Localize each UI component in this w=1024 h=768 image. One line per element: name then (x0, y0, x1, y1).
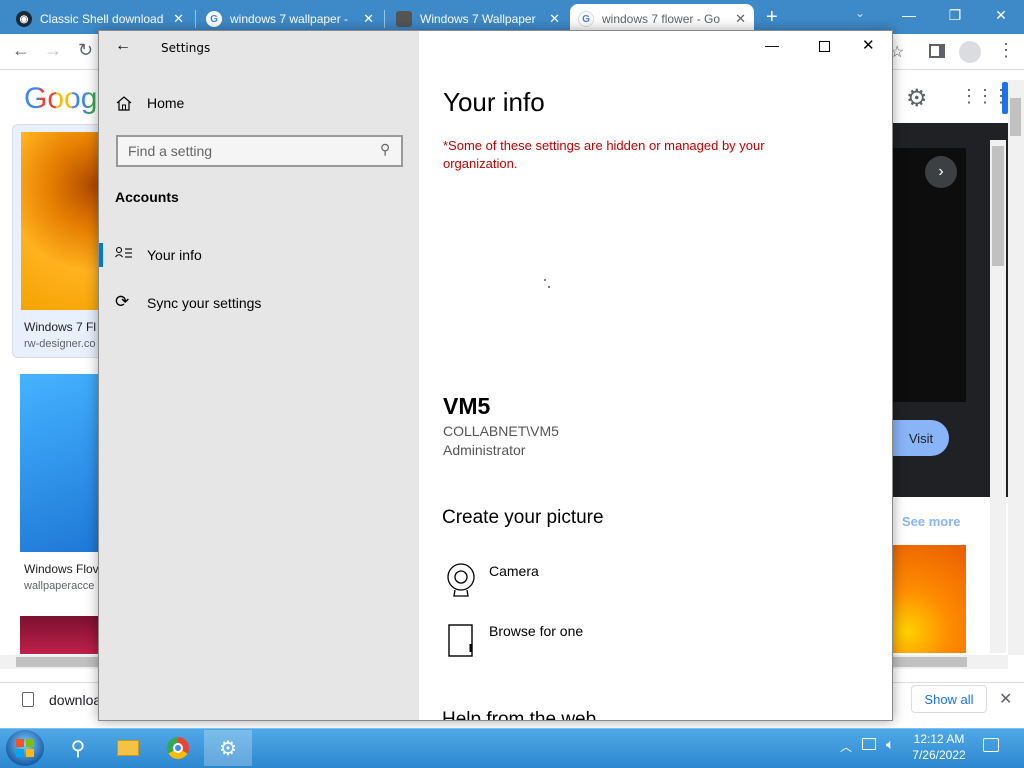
create-picture-heading: Create your picture (442, 507, 604, 528)
managed-notice: *Some of these settings are hidden or ma… (443, 138, 765, 171)
clock-time: 12:12 AM (913, 732, 965, 746)
option-label: Browse for one (489, 623, 584, 639)
nav-item-your-info[interactable]: Your info (99, 241, 419, 269)
vscroll-thumb[interactable] (1010, 98, 1021, 136)
help-heading: Help from the web (442, 709, 597, 721)
close-tab-icon[interactable]: ✕ (735, 11, 746, 27)
accounts-heading: Accounts (115, 189, 179, 205)
show-all-button[interactable]: Show all (911, 685, 987, 713)
next-image-button[interactable]: › (925, 156, 957, 188)
clock-date: 7/26/2022 (912, 748, 966, 762)
side-panel-icon[interactable] (929, 44, 945, 58)
settings-sidebar: ← Settings Home Find a setting ⚲ Account… (99, 31, 419, 720)
option-label: Camera (489, 563, 539, 579)
windows-logo-icon (16, 739, 34, 757)
result-source: rw-designer.co (24, 338, 96, 350)
action-center-icon[interactable] (983, 738, 999, 752)
minimize-icon[interactable]: — (765, 37, 779, 53)
browser-minimize-icon[interactable]: — (886, 0, 932, 30)
settings-window: ← Settings Home Find a setting ⚲ Account… (98, 30, 893, 721)
person-list-icon (115, 246, 133, 262)
close-download-bar-icon[interactable]: ✕ (999, 689, 1012, 709)
tab-search-icon[interactable]: ⌄ (855, 6, 865, 20)
profile-avatar[interactable] (959, 41, 981, 63)
browser-restore-icon[interactable]: ❐ (932, 0, 978, 30)
close-tab-icon[interactable]: ✕ (363, 11, 374, 27)
classic-shell-icon: ◉ (16, 11, 32, 27)
red-thumbnail[interactable] (20, 616, 100, 654)
file-icon (22, 692, 34, 707)
tab-divider (384, 10, 385, 28)
result-source: wallpaperacce (24, 580, 95, 592)
tab-divider (195, 10, 196, 28)
sync-icon: ⟳ (115, 292, 130, 311)
clock[interactable]: 12:12 AM 7/26/2022 (906, 731, 972, 763)
new-tab-button[interactable]: + (766, 6, 778, 29)
nav-item-label: Your info (147, 247, 202, 263)
google-icon: G (578, 11, 594, 27)
volume-icon[interactable]: 🔈︎ (886, 736, 894, 753)
search-placeholder: Find a setting (128, 143, 213, 159)
blue-thumbnail[interactable] (20, 374, 100, 552)
panel-scroll-thumb[interactable] (992, 146, 1004, 266)
google-logo[interactable]: Googl (24, 82, 104, 116)
show-hidden-icons-icon[interactable]: ︿ (840, 738, 852, 755)
find-setting-search-box[interactable]: Find a setting ⚲ (116, 135, 403, 167)
file-explorer-icon[interactable] (104, 730, 152, 766)
back-arrow-icon[interactable]: ← (115, 37, 131, 55)
nav-item-label: Sync your settings (147, 295, 262, 311)
user-role: Administrator (443, 442, 526, 458)
network-icon[interactable] (862, 738, 876, 750)
user-account: COLLABNET\VM5 (443, 423, 559, 439)
tab-title: windows 7 wallpaper - (230, 12, 349, 26)
user-name: VM5 (443, 393, 491, 419)
window-title: Settings (161, 41, 211, 55)
maximize-icon[interactable] (819, 41, 830, 52)
forward-arrow-icon[interactable]: → (44, 40, 62, 61)
close-tab-icon[interactable]: ✕ (549, 11, 560, 27)
nav-item-sync[interactable]: ⟳ Sync your settings (99, 289, 419, 317)
google-icon: G (206, 11, 222, 27)
download-item[interactable]: downloa (49, 692, 101, 708)
apps-grid-icon[interactable]: ⋮⋮⋮ (960, 86, 1010, 107)
chrome-menu-icon[interactable]: ⋮ (997, 40, 1015, 61)
reload-icon[interactable]: ↻ (78, 40, 93, 61)
see-more-link[interactable]: See more (902, 514, 961, 529)
chrome-icon[interactable] (154, 730, 202, 766)
close-tab-icon[interactable]: ✕ (173, 11, 184, 27)
tab-title: Classic Shell download (40, 12, 164, 26)
settings-app-icon[interactable]: ⚙ (204, 730, 252, 766)
page-vertical-scrollbar[interactable] (1008, 80, 1024, 655)
page-title: Your info (443, 87, 545, 117)
search-icon[interactable]: ⚲ (54, 730, 102, 766)
result-caption[interactable]: Windows Flov (24, 562, 99, 576)
visit-button[interactable]: Visit (893, 420, 949, 456)
hscroll-thumb[interactable] (893, 657, 967, 667)
hscroll-thumb[interactable] (16, 657, 98, 667)
tab-title: windows 7 flower - Go (602, 12, 721, 26)
close-icon[interactable]: ✕ (862, 36, 875, 54)
flower-thumbnail[interactable] (21, 132, 101, 310)
browser-close-icon[interactable]: ✕ (978, 0, 1024, 30)
camera-icon (445, 561, 477, 599)
home-nav-item[interactable]: Home (147, 95, 184, 111)
home-icon (115, 95, 137, 113)
wallpaper-site-icon (396, 11, 412, 27)
start-button[interactable] (6, 730, 44, 766)
related-image[interactable] (893, 545, 966, 653)
browse-option[interactable]: Browse for one (443, 619, 883, 663)
settings-gear-icon[interactable]: ⚙ (906, 84, 928, 113)
loading-spinner-icon (543, 277, 551, 289)
preview-image[interactable] (893, 148, 966, 402)
camera-option[interactable]: Camera (443, 559, 883, 603)
search-icon[interactable]: ⚲ (380, 141, 390, 158)
selection-indicator (99, 243, 103, 267)
file-icon (448, 624, 474, 658)
tab-title: Windows 7 Wallpaper (420, 12, 536, 26)
result-caption[interactable]: Windows 7 Fl (24, 320, 96, 334)
settings-content: — ✕ Your info *Some of these settings ar… (419, 31, 892, 721)
back-arrow-icon[interactable]: ← (12, 40, 30, 61)
